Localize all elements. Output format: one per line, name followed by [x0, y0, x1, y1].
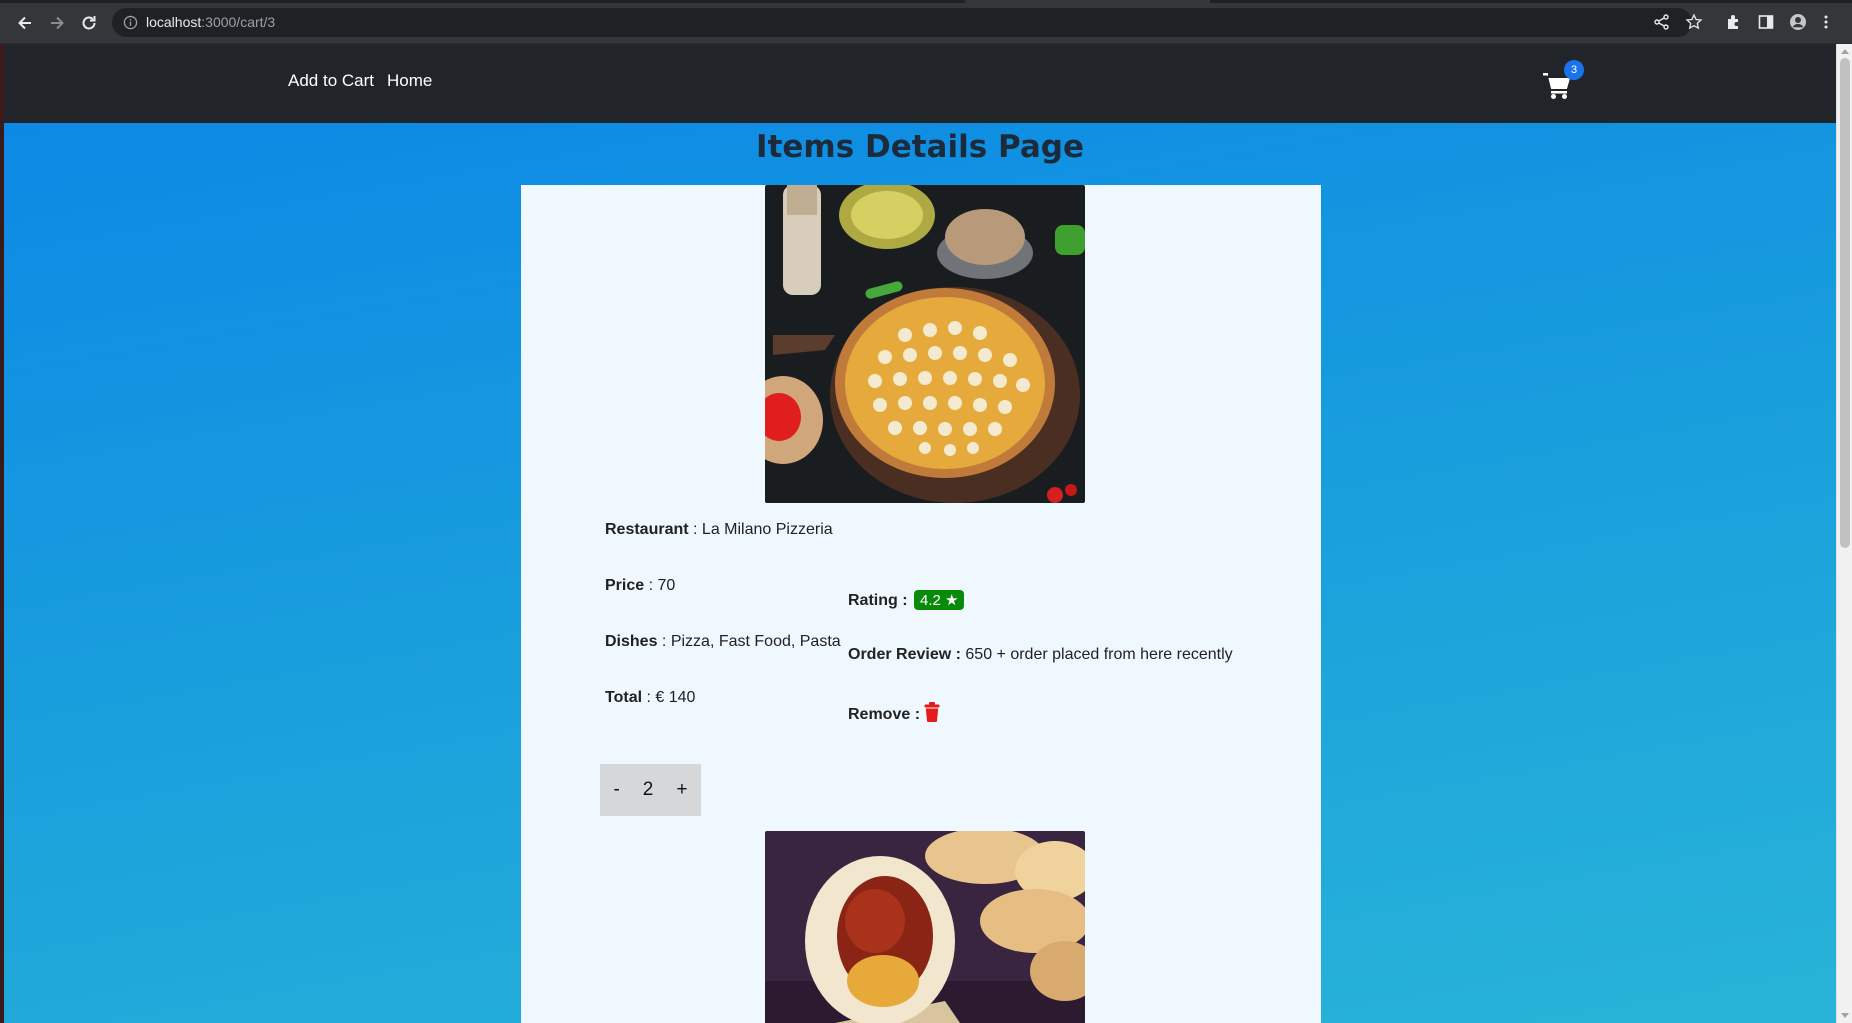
reload-icon[interactable] [76, 10, 102, 36]
page-title: Items Details Page [756, 129, 1084, 165]
quantity-value: 2 [642, 779, 654, 800]
url-text: localhost:3000/cart/3 [146, 14, 275, 30]
url-path: :3000/cart/3 [201, 14, 276, 30]
price-field: Price : 70 [605, 577, 676, 594]
scroll-down-arrow-icon[interactable] [1841, 1013, 1849, 1018]
remove-label: Remove : [848, 706, 921, 723]
total-field: Total : € 140 [605, 689, 696, 706]
rating-label: Rating : [848, 592, 908, 609]
profile-avatar-icon[interactable] [1786, 10, 1810, 34]
second-item-image [765, 831, 1085, 1023]
forward-icon[interactable] [44, 10, 70, 36]
bookmark-star-icon[interactable] [1682, 10, 1706, 34]
cart-item-card: Restaurant : La Milano Pizzeria Price : … [521, 185, 1321, 1023]
nav-link-home[interactable]: Home [387, 71, 432, 91]
order-review-field: Order Review : 650 + order placed from h… [848, 646, 1233, 664]
total-value: € 140 [655, 689, 696, 706]
increment-button[interactable]: + [672, 779, 691, 801]
order-review-value: 650 + order placed from here recently [965, 646, 1233, 663]
restaurant-label: Restaurant [605, 521, 689, 538]
trash-icon[interactable] [924, 702, 940, 727]
side-panel-icon[interactable] [1754, 10, 1778, 34]
browser-toolbar: localhost:3000/cart/3 [0, 0, 1852, 44]
page-scrollbar[interactable] [1836, 44, 1852, 1023]
page-viewport: Add to Cart Home 3 Items Details Page Re… [4, 44, 1836, 1023]
nav-link-add-to-cart[interactable]: Add to Cart [288, 71, 374, 91]
back-icon[interactable] [12, 10, 38, 36]
chrome-menu-icon[interactable] [1818, 10, 1834, 34]
dishes-label: Dishes [605, 633, 658, 650]
remove-field: Remove : [848, 702, 940, 727]
url-host: localhost [146, 14, 202, 30]
price-value: 70 [657, 577, 676, 594]
address-bar[interactable]: localhost:3000/cart/3 [112, 8, 1692, 37]
rating-field: Rating : 4.2 ★ [848, 590, 965, 610]
info-icon[interactable] [123, 15, 138, 30]
scrollbar-thumb[interactable] [1840, 58, 1850, 548]
dishes-field: Dishes : Pizza, Fast Food, Pasta [605, 633, 841, 650]
extensions-icon[interactable] [1722, 10, 1746, 34]
order-review-label: Order Review : [848, 646, 961, 663]
quantity-stepper: - 2 + [600, 764, 701, 816]
cart-count-badge: 3 [1564, 60, 1584, 80]
rating-badge: 4.2 ★ [914, 590, 965, 610]
cart-button[interactable]: 3 [1542, 60, 1584, 102]
restaurant-field: Restaurant : La Milano Pizzeria [605, 521, 833, 538]
restaurant-value: La Milano Pizzeria [701, 521, 833, 538]
app-navbar: Add to Cart Home 3 [4, 44, 1836, 123]
price-label: Price [605, 577, 645, 594]
total-label: Total [605, 689, 643, 706]
dishes-value: Pizza, Fast Food, Pasta [670, 633, 841, 650]
share-icon[interactable] [1650, 10, 1674, 34]
pizza-image [765, 185, 1085, 503]
decrement-button[interactable]: - [609, 779, 623, 801]
scroll-up-arrow-icon[interactable] [1841, 49, 1849, 54]
